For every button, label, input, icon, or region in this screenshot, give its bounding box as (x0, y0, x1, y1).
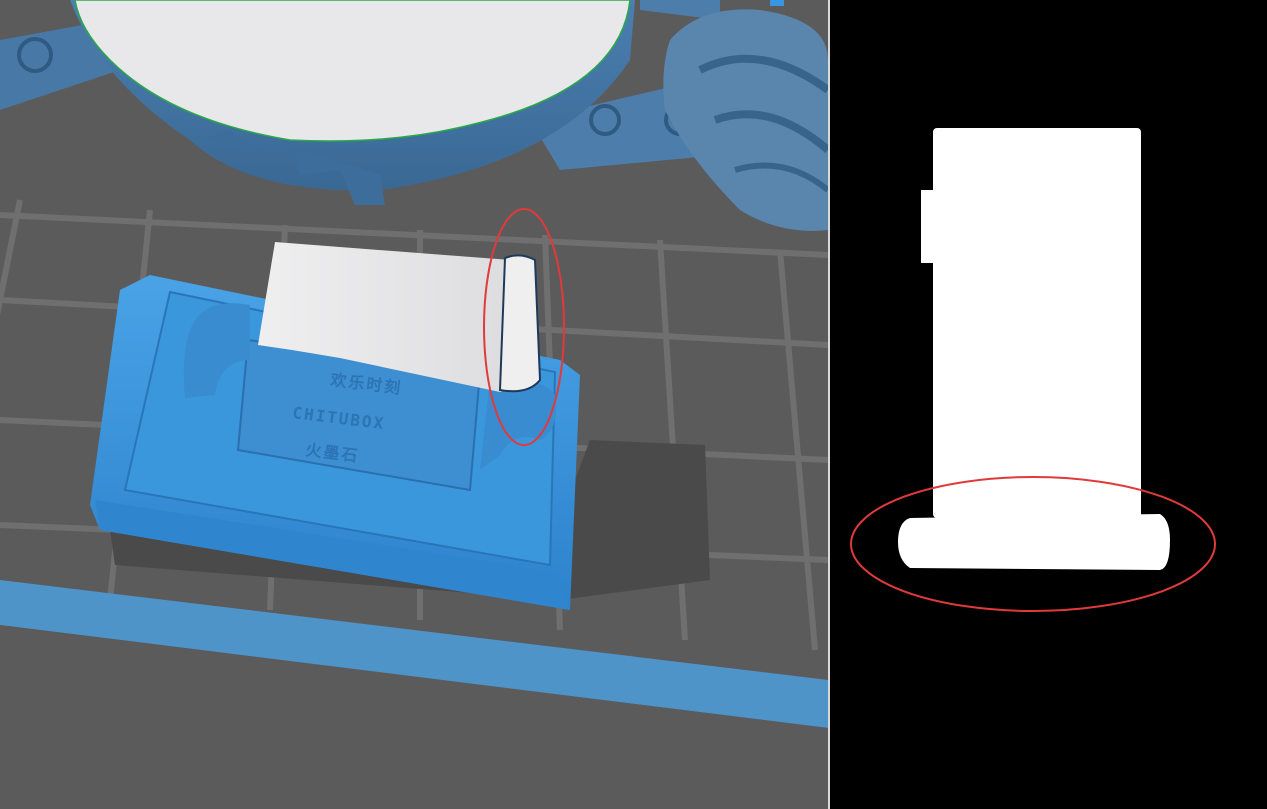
slice-canvas (850, 128, 1216, 612)
slice-preview (830, 0, 1267, 809)
3d-viewport[interactable]: 欢乐时刻 CHITUBOX 火墨石 (0, 0, 828, 809)
viewport-canvas[interactable]: 欢乐时刻 CHITUBOX 火墨石 (0, 0, 828, 809)
disc-model (70, 0, 635, 205)
textured-model (663, 0, 828, 231)
slice-layer-shape (898, 128, 1170, 570)
